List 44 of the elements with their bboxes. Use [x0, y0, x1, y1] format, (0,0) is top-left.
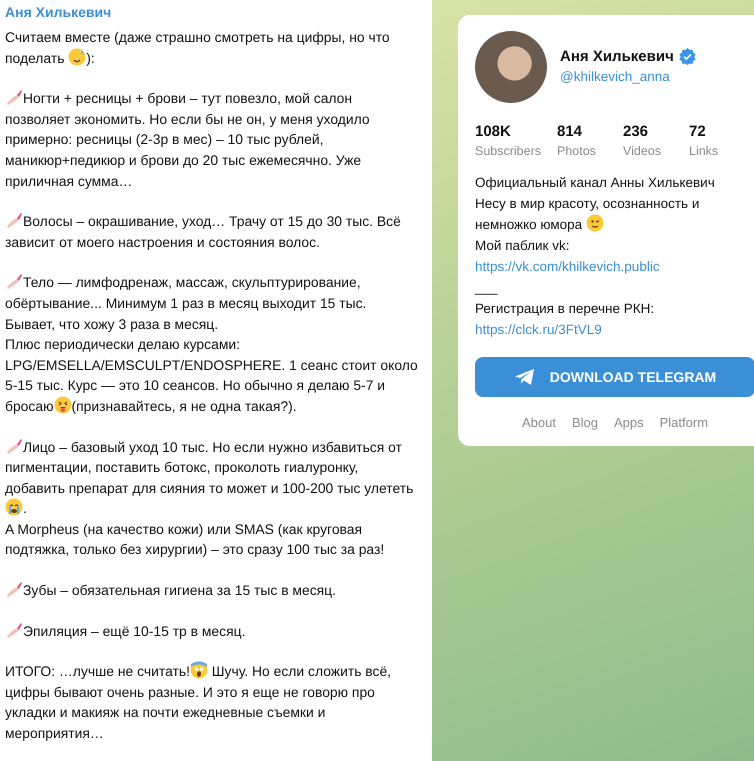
- grinning-face-icon: [68, 48, 86, 66]
- description-text: Регистрация в перечне РКН:: [475, 301, 654, 316]
- description-text: ___: [475, 280, 498, 295]
- stat-value: 72: [689, 123, 707, 140]
- author-name[interactable]: Аня Хилькевич: [5, 2, 420, 22]
- channel-name: Аня Хилькевич: [560, 48, 674, 65]
- description-link[interactable]: https://clck.ru/3FtVL9: [475, 319, 754, 340]
- post-paragraph: Эпиляция – ещё 10-15 тр в месяц.: [5, 620, 420, 642]
- post-paragraph: Тело — лимфодренаж, массаж, скульптурирование, обёртывание... Минимум 1 раз в месяц выходит 15 тыс. Бывает, что хожу 3 раза в месяц. Плюс периодически делаю курсами: LPG/EMSELLA/EMSCULPT/ENDOSPHERE. 1 сеанс стоит около 5-15 тыс. Курс — это 10 сеансов. Но обычно я делаю 5-7 и бросаю (признавайтесь, я не одна такая?).: [5, 272, 419, 416]
- post-paragraph: Считаем вместе (даже страшно смотреть на цифры, но что поделать ):: [5, 28, 391, 68]
- stat-label: Videos: [623, 144, 662, 158]
- stat-value: 236: [623, 123, 650, 140]
- description-text: Официальный канал Анны Хилькевич: [475, 175, 715, 190]
- post-paragraph: Ногти + ресницы + брови – тут повезло, мой салон позволяет экономить. Но если бы не он, у меня уходило примерно: ресницы (2-3р в мес) – 10 тыс рублей, маникюр+педикюр и брови до 20 тыс ежемесячно. Уже приличная сумма…: [5, 88, 371, 191]
- paper-plane-icon: [514, 368, 536, 386]
- description-text: Мой паблик vk:: [475, 238, 570, 253]
- stat-value: 814: [557, 123, 584, 140]
- footer-link[interactable]: Apps: [614, 415, 644, 430]
- description-text: немножко юмора: [475, 217, 584, 232]
- stat-value: 108K: [475, 123, 512, 140]
- nail-polish-icon: [5, 438, 23, 454]
- crying-face-icon: [5, 498, 23, 516]
- nail-polish-icon: [5, 581, 23, 598]
- post-paragraph: Зубы – обязательная гигиена за 15 тыс в месяц.: [5, 580, 420, 601]
- winking-face-icon: [586, 214, 604, 232]
- stat-label: Photos: [557, 144, 597, 158]
- nail-polish-icon: [5, 273, 23, 290]
- footer-link[interactable]: Blog: [572, 415, 598, 430]
- stat-label: Links: [689, 144, 720, 158]
- footer-link[interactable]: Platform: [660, 415, 708, 430]
- post-paragraph: ИТОГО: …лучше не считать! Шучу. Но если сложить всё, цифры бывают очень разные. И это я еще не говорю про укладки и макияж на почти ежедневные съемки и мероприятия…: [5, 661, 392, 744]
- footer-link[interactable]: About: [522, 415, 556, 430]
- download-button[interactable]: DOWNLOAD TELEGRAM: [475, 357, 754, 397]
- channel-handle-link[interactable]: @khilkevich_anna: [560, 69, 670, 84]
- nail-polish-icon: [5, 212, 23, 230]
- description-link[interactable]: https://vk.com/khilkevich.public: [475, 256, 754, 277]
- screaming-face-icon: [190, 661, 208, 680]
- nail-polish-icon: [5, 622, 23, 639]
- tongue-face-icon: [54, 396, 72, 414]
- nail-polish-icon: [5, 89, 23, 106]
- post-paragraph: Волосы – окрашивание, уход… Трачу от 15 до 30 тыс. Всё зависит от моего настроения и состояния волос.: [5, 211, 402, 252]
- description-text: Несу в мир красоту, осознанность и: [475, 196, 700, 211]
- post-paragraph: Лицо – базовый уход 10 тыс. Но если нужно избавиться от пигментации, поставить ботокс, проколоть гиалуронку, добавить препарат для сияния то может и 100-200 тыс улететь . A Morpheus (на качество кожи) или SMAS (как круговая подтяжка, только без хирургии) – это сразу 100 тыс за раз!: [5, 436, 414, 560]
- stat-label: Subscribers: [475, 144, 542, 158]
